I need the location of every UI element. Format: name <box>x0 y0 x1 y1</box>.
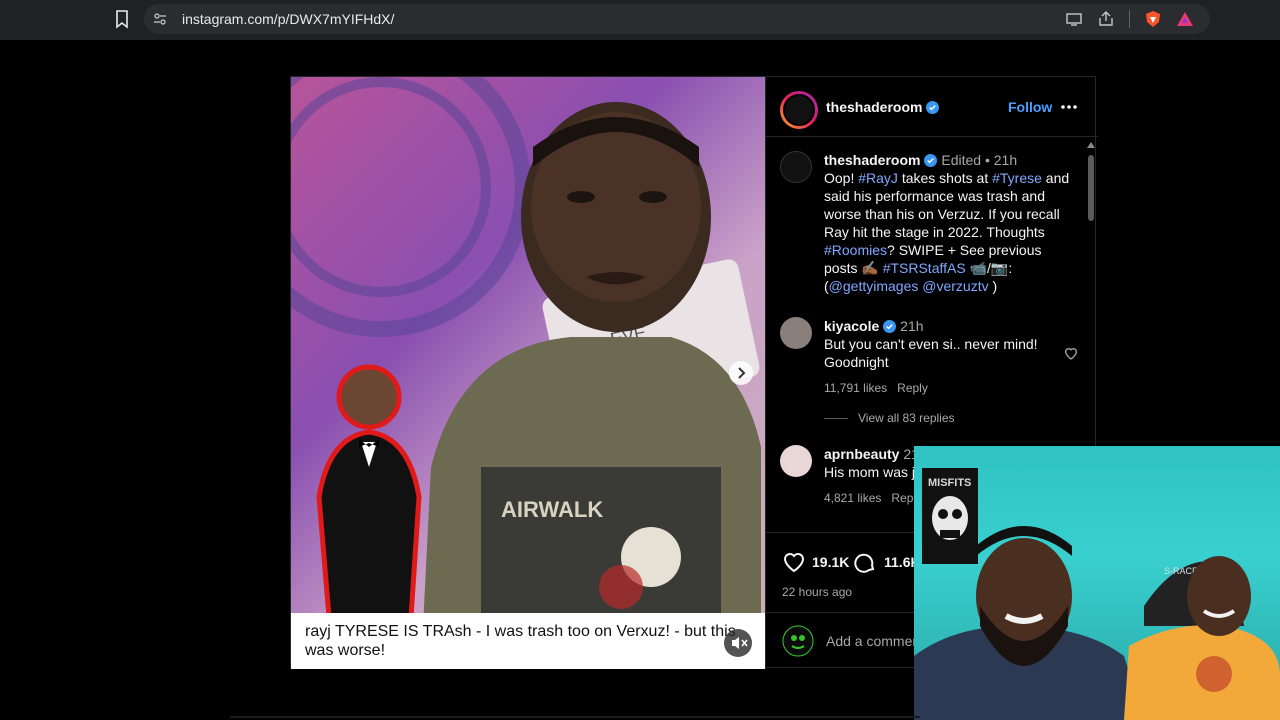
inset-person-image <box>316 364 422 617</box>
like-heart-icon[interactable] <box>782 551 806 573</box>
webcam-overlay: MISFITS S-RACER <box>914 446 1280 720</box>
site-settings-icon[interactable] <box>152 11 168 27</box>
verified-badge-icon <box>924 154 938 167</box>
caption-tag-link[interactable]: @gettyimages <box>829 278 919 294</box>
caption-tag-link[interactable]: #Tyrese <box>992 170 1042 186</box>
caption-time: 21h <box>993 152 1018 168</box>
next-slide-button[interactable] <box>729 361 753 385</box>
bookmark-icon[interactable] <box>112 9 132 29</box>
comment-username[interactable]: aprnbeauty <box>824 446 899 462</box>
browser-toolbar: instagram.com/p/DWX7mYIFHdX/ <box>0 0 1280 40</box>
caption-text-segment: ) <box>988 278 998 294</box>
caption-tag-link[interactable]: #TSRStaffAS <box>883 260 966 276</box>
caption-text: Oop! #RayJ takes shots at #Tyrese and sa… <box>824 169 1074 295</box>
media-caption-overlay: rayj TYRESE IS TRAsh - I was trash too o… <box>291 613 765 669</box>
account-username[interactable]: theshaderoom <box>826 99 940 115</box>
hoodie-text: AIRWALK <box>501 497 603 522</box>
current-user-avatar <box>782 625 814 657</box>
verified-badge-icon <box>926 101 940 114</box>
chevron-right-icon <box>738 367 746 379</box>
comment-like-icon[interactable] <box>1063 345 1079 361</box>
page-divider <box>230 716 920 718</box>
mute-button[interactable] <box>724 629 752 657</box>
comment-likes[interactable]: 11,791 likes <box>824 381 887 395</box>
toolbar-divider <box>1129 10 1130 28</box>
poster-text: MISFITS <box>928 477 971 489</box>
reply-button[interactable]: Reply <box>897 381 928 395</box>
caption-text-segment: Oop! <box>824 170 859 186</box>
caption-tag-link[interactable]: #Roomies <box>824 242 887 258</box>
webcam-scene: MISFITS S-RACER <box>914 468 1280 720</box>
account-avatar[interactable] <box>780 91 818 129</box>
cast-icon[interactable] <box>1065 10 1083 28</box>
reply-button[interactable]: Repl <box>891 491 916 505</box>
post-media[interactable]: EVE AIRWALK rayj TYRESE IS TRAsh - I was… <box>291 77 765 669</box>
caption-tag-link[interactable]: @verzuztv <box>922 278 988 294</box>
muted-speaker-icon <box>732 637 748 649</box>
more-options-icon[interactable] <box>1060 99 1078 115</box>
caption-username[interactable]: theshaderoom <box>824 152 920 168</box>
scroll-up-arrow-icon[interactable] <box>1087 141 1095 149</box>
share-icon[interactable] <box>1097 10 1115 28</box>
likes-count[interactable]: 19.1K <box>812 554 849 570</box>
avatar[interactable] <box>780 317 812 349</box>
comment-text: But you can't even si.. never mind! Good… <box>824 336 1038 370</box>
comment-likes[interactable]: 4,821 likes <box>824 491 881 505</box>
caption-text-segment: takes shots at <box>897 170 993 186</box>
add-comment-input[interactable]: Add a commer <box>826 633 917 649</box>
post-time: 22 hours ago <box>782 585 853 599</box>
brave-shield-icon[interactable] <box>1144 10 1162 28</box>
comment-time: 21h <box>900 318 924 334</box>
edited-label: Edited <box>941 152 982 168</box>
scrollbar-thumb[interactable] <box>1088 155 1094 221</box>
main-person-image: EVE AIRWALK <box>421 102 761 667</box>
address-bar[interactable]: instagram.com/p/DWX7mYIFHdX/ <box>144 4 1210 34</box>
avatar[interactable] <box>780 151 812 183</box>
avatar[interactable] <box>780 445 812 477</box>
brave-rewards-icon[interactable] <box>1176 10 1194 28</box>
comment-username[interactable]: kiyacole <box>824 318 879 334</box>
url-text[interactable]: instagram.com/p/DWX7mYIFHdX/ <box>182 11 394 27</box>
post-header: theshaderoom Follow <box>766 77 1098 137</box>
comment-bubble-icon[interactable] <box>854 551 876 573</box>
verified-badge-icon <box>883 320 897 333</box>
caption-tag-link[interactable]: #RayJ <box>858 170 898 186</box>
view-replies-button[interactable]: View all 83 replies <box>824 411 955 425</box>
follow-button[interactable]: Follow <box>1008 99 1052 115</box>
